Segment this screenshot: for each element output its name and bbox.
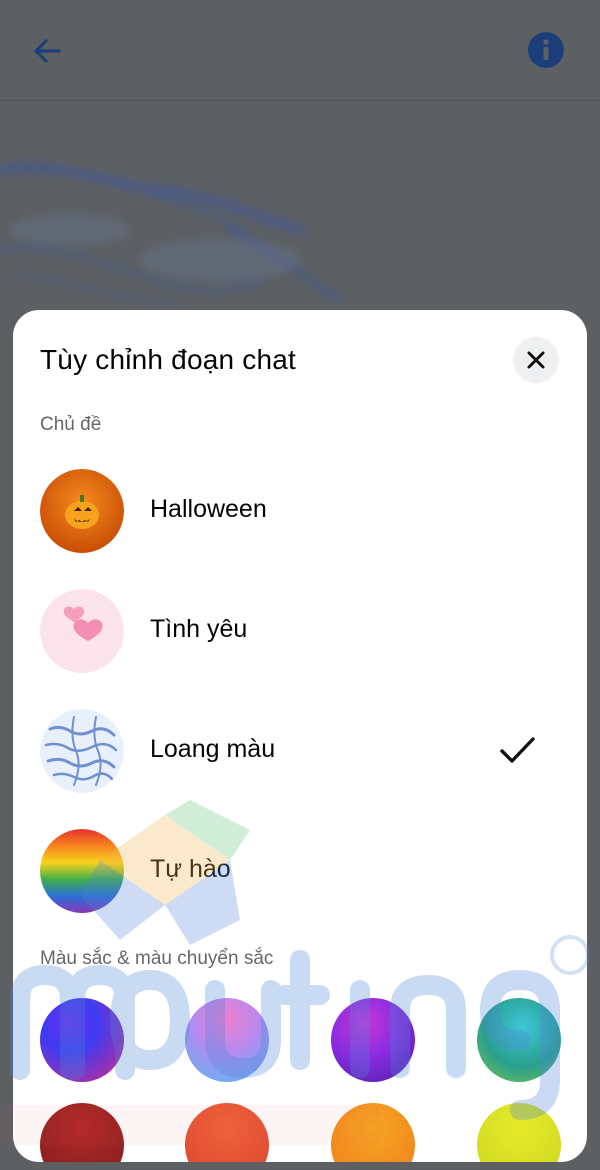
color-swatch[interactable] (185, 998, 269, 1082)
colors-section-label: Màu sắc & màu chuyển sắc (40, 948, 274, 969)
checkmark-icon (500, 737, 535, 763)
theme-item-love[interactable]: Tình yêu (13, 580, 587, 680)
info-button[interactable] (526, 30, 566, 70)
theme-item-tie-dye[interactable]: Loang màu (13, 700, 587, 800)
customize-chat-sheet: Tùy chỉnh đoạn chat Chủ đề Halloween Tìn… (13, 310, 587, 1162)
theme-name: Halloween (150, 495, 267, 523)
themes-section-label: Chủ đề (40, 414, 102, 435)
theme-item-halloween[interactable]: Halloween (13, 460, 587, 560)
color-swatch[interactable] (40, 1103, 124, 1162)
theme-name: Tự hào (150, 855, 231, 883)
arrow-left-icon (34, 39, 61, 63)
close-button[interactable] (513, 337, 559, 383)
rainbow-icon (40, 829, 124, 913)
color-swatch[interactable] (185, 1103, 269, 1162)
chat-header (0, 0, 600, 101)
sheet-title: Tùy chỉnh đoạn chat (40, 344, 296, 375)
theme-name: Loang màu (150, 735, 276, 763)
theme-item-pride[interactable]: Tự hào (13, 820, 587, 920)
theme-name: Tình yêu (150, 615, 248, 643)
color-swatch[interactable] (331, 1103, 415, 1162)
color-swatch[interactable] (477, 998, 561, 1082)
info-icon (528, 32, 564, 68)
tie-dye-icon (40, 709, 124, 793)
color-swatch[interactable] (331, 998, 415, 1082)
close-icon (527, 351, 545, 369)
color-swatch[interactable] (477, 1103, 561, 1162)
back-button[interactable] (22, 26, 72, 76)
color-swatch[interactable] (40, 998, 124, 1082)
color-swatch-grid (13, 995, 587, 1162)
hearts-icon (40, 589, 124, 673)
pumpkin-icon (40, 469, 124, 553)
